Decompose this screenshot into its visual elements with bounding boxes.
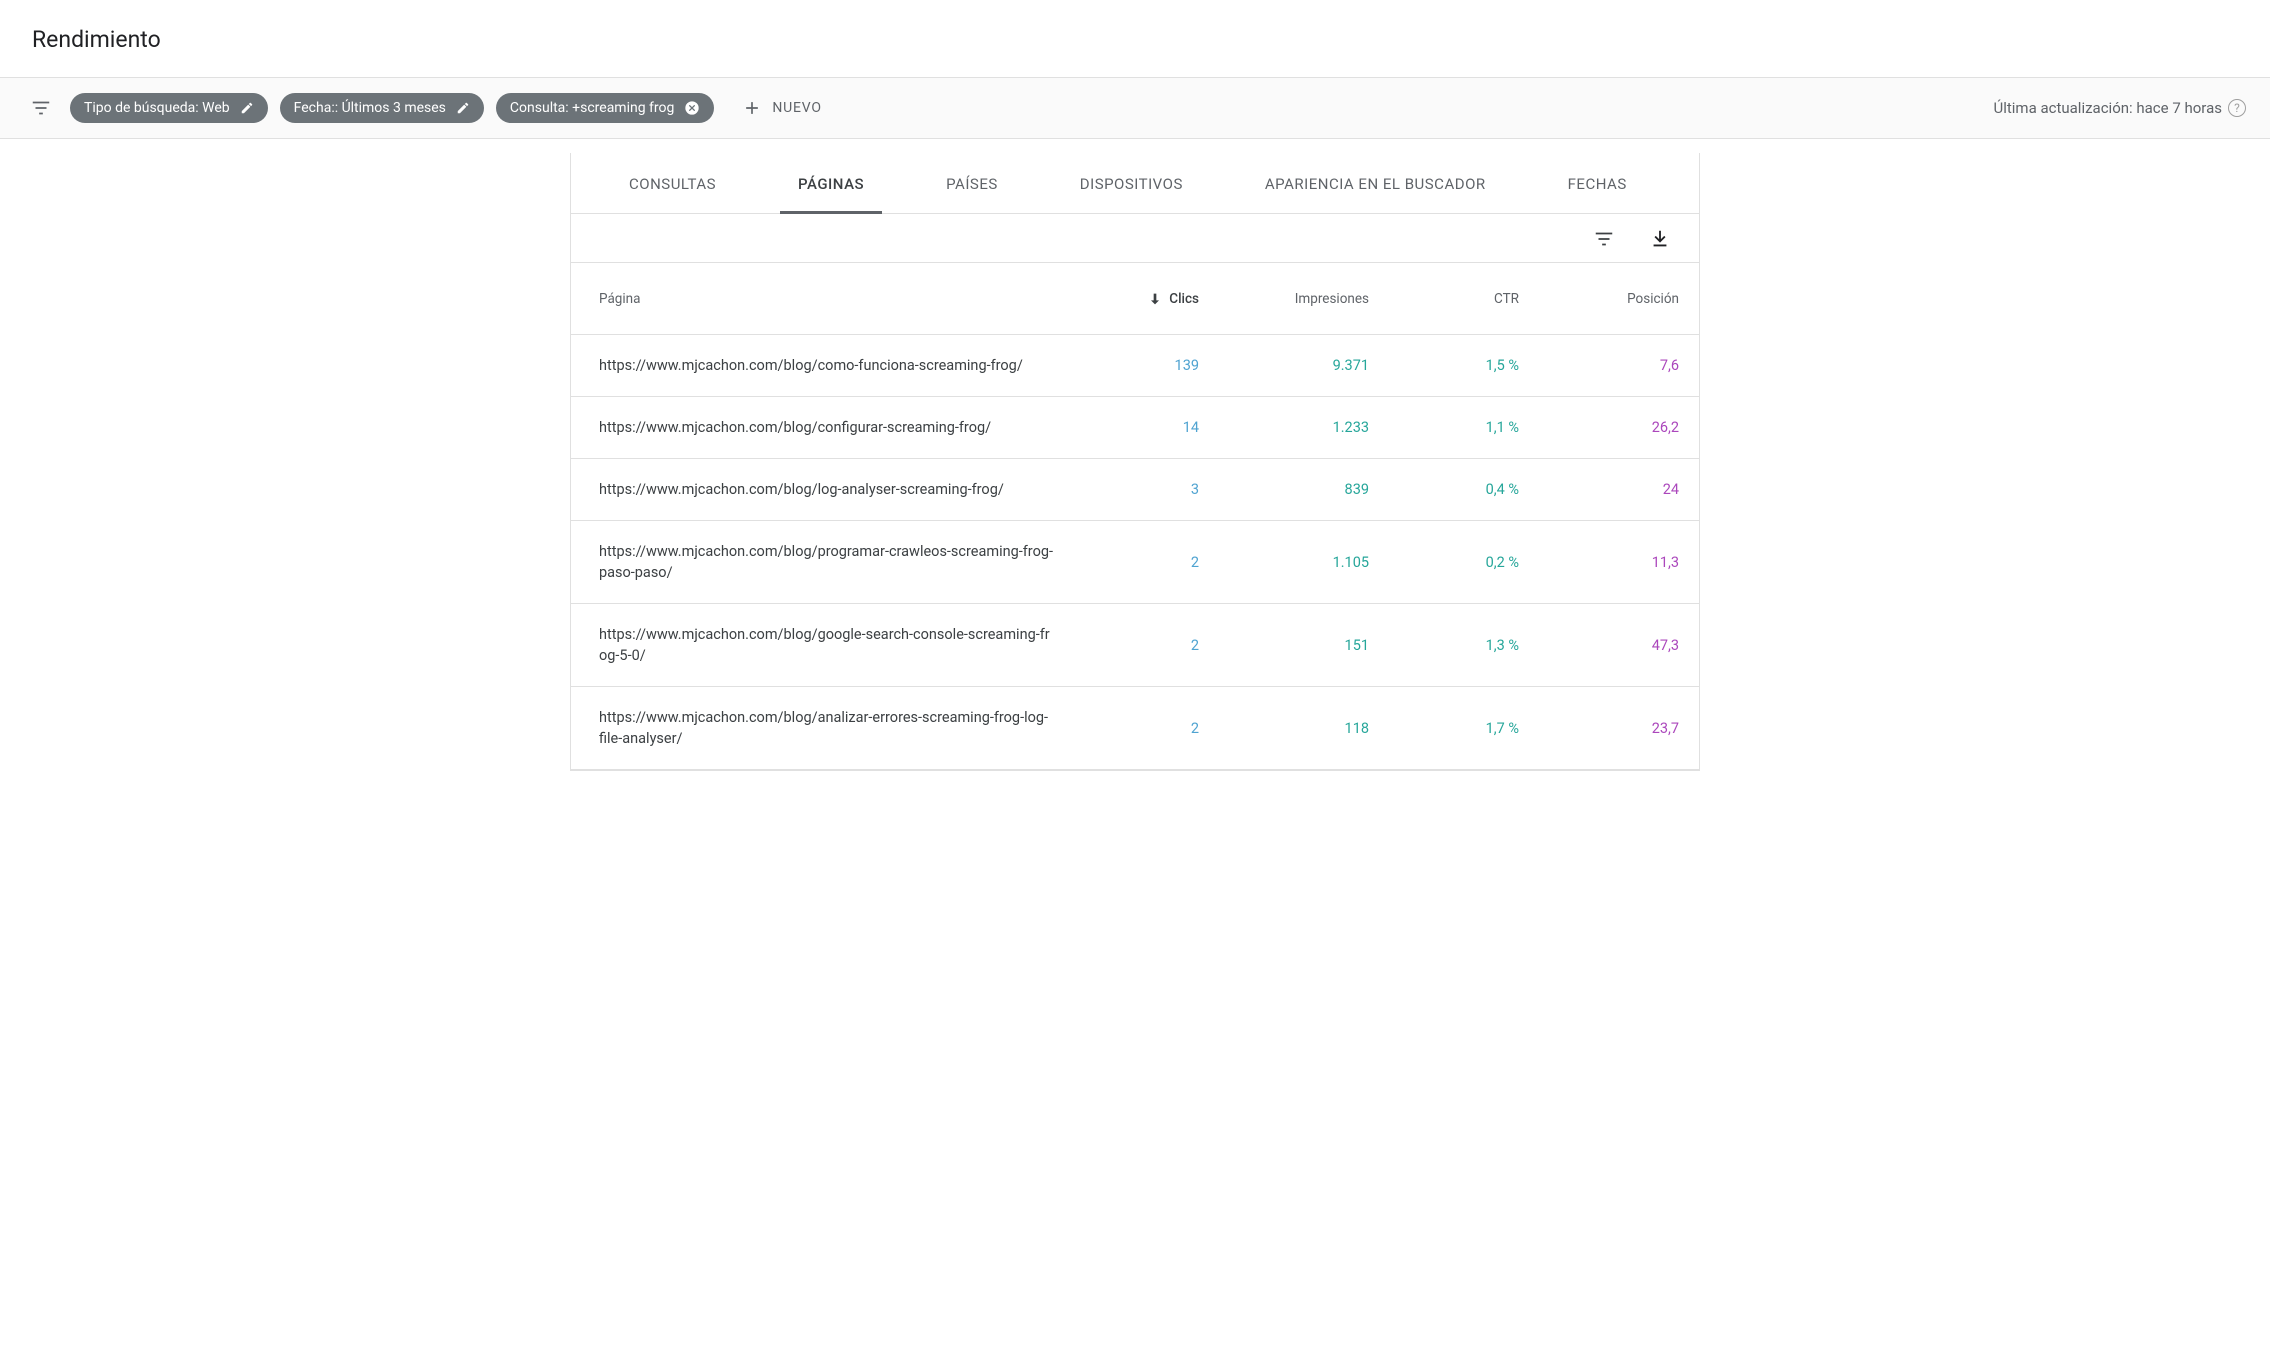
results-card: CONSULTAS PÁGINAS PAÍSES DISPOSITIVOS AP…: [570, 153, 1700, 771]
cell-page[interactable]: https://www.mjcachon.com/blog/google-sea…: [599, 624, 1069, 666]
cell-page[interactable]: https://www.mjcachon.com/blog/como-funci…: [599, 355, 1069, 376]
col-clicks-label: Clics: [1169, 291, 1199, 307]
cell-clicks: 2: [1069, 720, 1199, 737]
chip-query[interactable]: Consulta: +screaming frog: [496, 93, 714, 123]
cell-impressions: 9.371: [1199, 357, 1369, 374]
cell-page[interactable]: https://www.mjcachon.com/blog/programar-…: [599, 541, 1069, 583]
chip-label: Tipo de búsqueda: Web: [84, 100, 230, 116]
last-update: Última actualización: hace 7 horas ?: [1993, 99, 2246, 117]
table-row[interactable]: https://www.mjcachon.com/blog/como-funci…: [571, 335, 1699, 397]
cell-impressions: 118: [1199, 720, 1369, 737]
chip-label: Fecha:: Últimos 3 meses: [294, 100, 446, 116]
cell-position: 7,6: [1519, 357, 1679, 374]
tabs: CONSULTAS PÁGINAS PAÍSES DISPOSITIVOS AP…: [571, 153, 1699, 214]
tab-dispositivos[interactable]: DISPOSITIVOS: [1062, 153, 1201, 213]
cell-ctr: 1,7 %: [1369, 720, 1519, 737]
tab-paginas[interactable]: PÁGINAS: [780, 153, 882, 213]
cell-impressions: 839: [1199, 481, 1369, 498]
cell-impressions: 1.105: [1199, 554, 1369, 571]
table-row[interactable]: https://www.mjcachon.com/blog/google-sea…: [571, 604, 1699, 687]
tab-paises[interactable]: PAÍSES: [928, 153, 1016, 213]
new-filter-button[interactable]: NUEVO: [732, 92, 831, 124]
chip-search-type[interactable]: Tipo de búsqueda: Web: [70, 93, 268, 123]
page-title: Rendimiento: [32, 26, 2238, 53]
cell-position: 26,2: [1519, 419, 1679, 436]
col-page[interactable]: Página: [599, 291, 1069, 307]
cell-page[interactable]: https://www.mjcachon.com/blog/log-analys…: [599, 479, 1069, 500]
cell-clicks: 2: [1069, 637, 1199, 654]
cell-ctr: 1,1 %: [1369, 419, 1519, 436]
table-row[interactable]: https://www.mjcachon.com/blog/analizar-e…: [571, 687, 1699, 770]
table-row[interactable]: https://www.mjcachon.com/blog/configurar…: [571, 397, 1699, 459]
cell-clicks: 139: [1069, 357, 1199, 374]
cell-impressions: 1.233: [1199, 419, 1369, 436]
cell-clicks: 2: [1069, 554, 1199, 571]
page-header: Rendimiento: [0, 0, 2270, 77]
pencil-icon: [240, 101, 254, 115]
cell-impressions: 151: [1199, 637, 1369, 654]
filter-bar: Tipo de búsqueda: Web Fecha:: Últimos 3 …: [0, 77, 2270, 139]
table-toolbar: [571, 214, 1699, 263]
chip-date-range[interactable]: Fecha:: Últimos 3 meses: [280, 93, 484, 123]
cell-clicks: 14: [1069, 419, 1199, 436]
filter-icon[interactable]: [24, 93, 58, 123]
table-header: Página Clics Impresiones CTR Posición: [571, 263, 1699, 335]
new-label: NUEVO: [772, 100, 821, 116]
cell-page[interactable]: https://www.mjcachon.com/blog/configurar…: [599, 417, 1069, 438]
cell-position: 47,3: [1519, 637, 1679, 654]
col-ctr[interactable]: CTR: [1369, 291, 1519, 307]
table-filter-icon[interactable]: [1593, 228, 1615, 250]
cell-clicks: 3: [1069, 481, 1199, 498]
cell-page[interactable]: https://www.mjcachon.com/blog/analizar-e…: [599, 707, 1069, 749]
col-clicks[interactable]: Clics: [1069, 291, 1199, 307]
cell-ctr: 0,2 %: [1369, 554, 1519, 571]
plus-icon: [742, 98, 762, 118]
sort-desc-icon: [1147, 291, 1163, 307]
col-impressions[interactable]: Impresiones: [1199, 291, 1369, 307]
table-row[interactable]: https://www.mjcachon.com/blog/programar-…: [571, 521, 1699, 604]
tab-consultas[interactable]: CONSULTAS: [611, 153, 734, 213]
close-icon[interactable]: [684, 100, 700, 116]
col-position[interactable]: Posición: [1519, 291, 1679, 307]
cell-ctr: 1,5 %: [1369, 357, 1519, 374]
table-body: https://www.mjcachon.com/blog/como-funci…: [571, 335, 1699, 770]
chip-label: Consulta: +screaming frog: [510, 100, 674, 116]
cell-position: 11,3: [1519, 554, 1679, 571]
cell-position: 24: [1519, 481, 1679, 498]
tab-apariencia[interactable]: APARIENCIA EN EL BUSCADOR: [1247, 153, 1504, 213]
cell-ctr: 0,4 %: [1369, 481, 1519, 498]
tab-fechas[interactable]: FECHAS: [1550, 153, 1645, 213]
cell-position: 23,7: [1519, 720, 1679, 737]
last-update-text: Última actualización: hace 7 horas: [1993, 99, 2222, 117]
table-row[interactable]: https://www.mjcachon.com/blog/log-analys…: [571, 459, 1699, 521]
help-icon[interactable]: ?: [2228, 99, 2246, 117]
download-icon[interactable]: [1649, 228, 1671, 250]
pencil-icon: [456, 101, 470, 115]
cell-ctr: 1,3 %: [1369, 637, 1519, 654]
